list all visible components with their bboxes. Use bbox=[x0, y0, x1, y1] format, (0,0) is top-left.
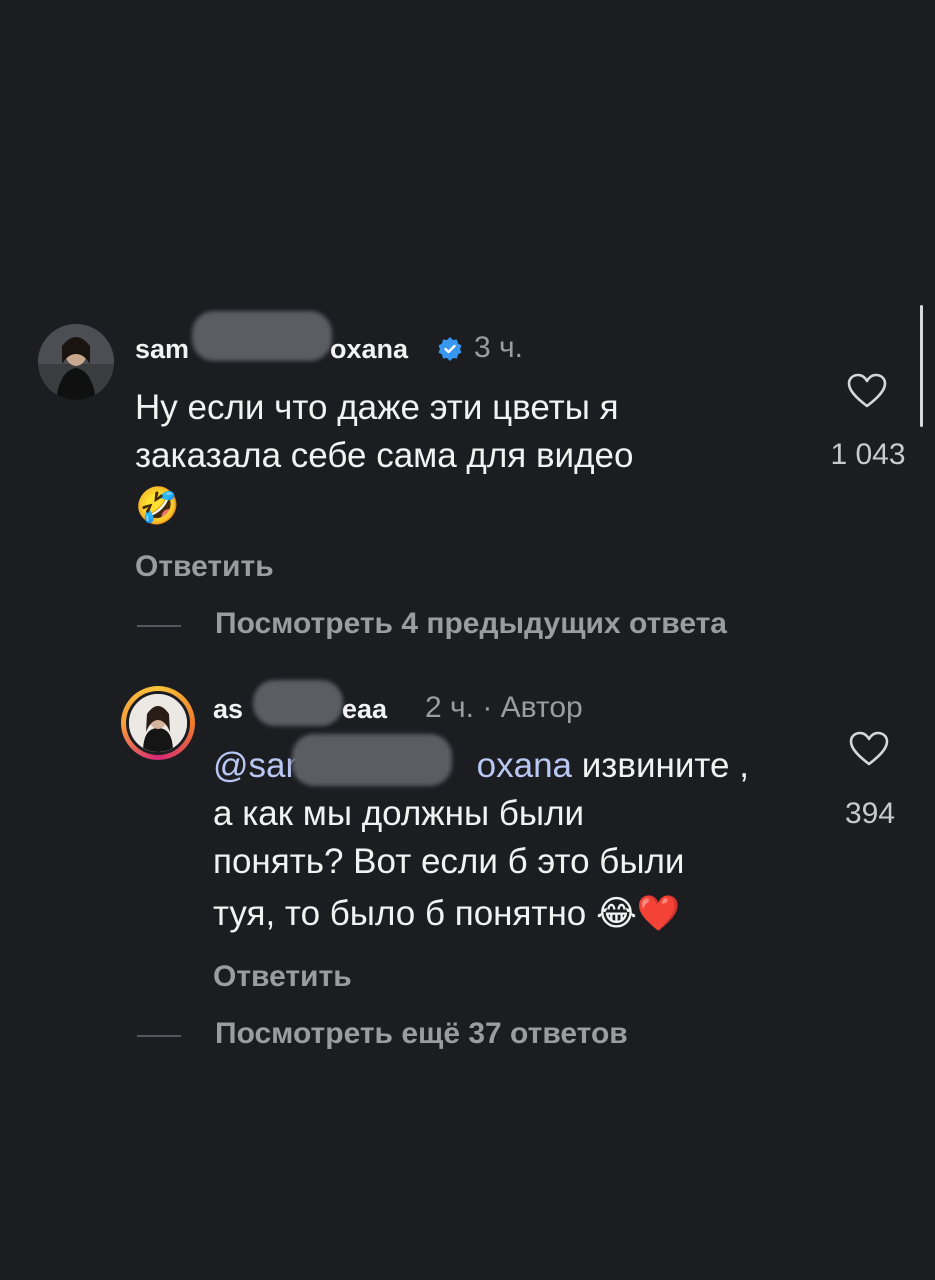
view-more-replies-link[interactable]: Посмотреть ещё 37 ответов bbox=[215, 1017, 628, 1051]
comment-like-count: 1 043 bbox=[830, 438, 906, 471]
scrollbar[interactable] bbox=[920, 305, 923, 427]
avatar[interactable] bbox=[38, 324, 114, 400]
joy-heart-emoji: 😂❤️ bbox=[595, 894, 681, 933]
mention-redaction bbox=[292, 734, 452, 786]
reply-username-end[interactable]: eaa bbox=[342, 694, 387, 725]
view-previous-replies-link[interactable]: Посмотреть 4 предыдущих ответа bbox=[215, 607, 727, 641]
comment-time: 3 ч. bbox=[474, 331, 523, 364]
heart-icon[interactable] bbox=[847, 373, 887, 409]
reply-text-line-2: а как мы должны были bbox=[213, 794, 585, 833]
comment-username-start[interactable]: sam bbox=[135, 334, 189, 365]
reply-avatar[interactable] bbox=[126, 691, 190, 755]
reply-username-start[interactable]: as bbox=[213, 694, 243, 725]
thread-line bbox=[137, 625, 181, 627]
comment-reply-button[interactable]: Ответить bbox=[135, 550, 274, 584]
mention-end[interactable]: oxana bbox=[477, 746, 572, 785]
reply-text-rest: извините , bbox=[572, 746, 749, 785]
reply-text-line-3: понять? Вот если б это были bbox=[213, 842, 685, 881]
comment-text-line-1: Ну если что даже эти цветы я bbox=[135, 388, 619, 427]
verified-badge-icon bbox=[437, 336, 463, 367]
reply-text-line-4-text: туя, то было б понятно bbox=[213, 894, 596, 933]
reply-reply-button[interactable]: Ответить bbox=[213, 960, 352, 994]
username-redaction bbox=[253, 680, 343, 726]
username-redaction bbox=[192, 311, 332, 361]
comment-username-end[interactable]: oxana bbox=[330, 334, 408, 365]
reply-like-count: 394 bbox=[844, 797, 896, 830]
reply-time-author: 2 ч. · Автор bbox=[425, 691, 583, 724]
heart-icon[interactable] bbox=[849, 731, 889, 767]
thread-line bbox=[137, 1035, 181, 1037]
rofl-emoji: 🤣 bbox=[135, 485, 180, 526]
comment-text-line-2: заказала себе сама для видео bbox=[135, 436, 634, 475]
reply-text-line-4: туя, то было б понятно 😂❤️ bbox=[213, 890, 680, 938]
